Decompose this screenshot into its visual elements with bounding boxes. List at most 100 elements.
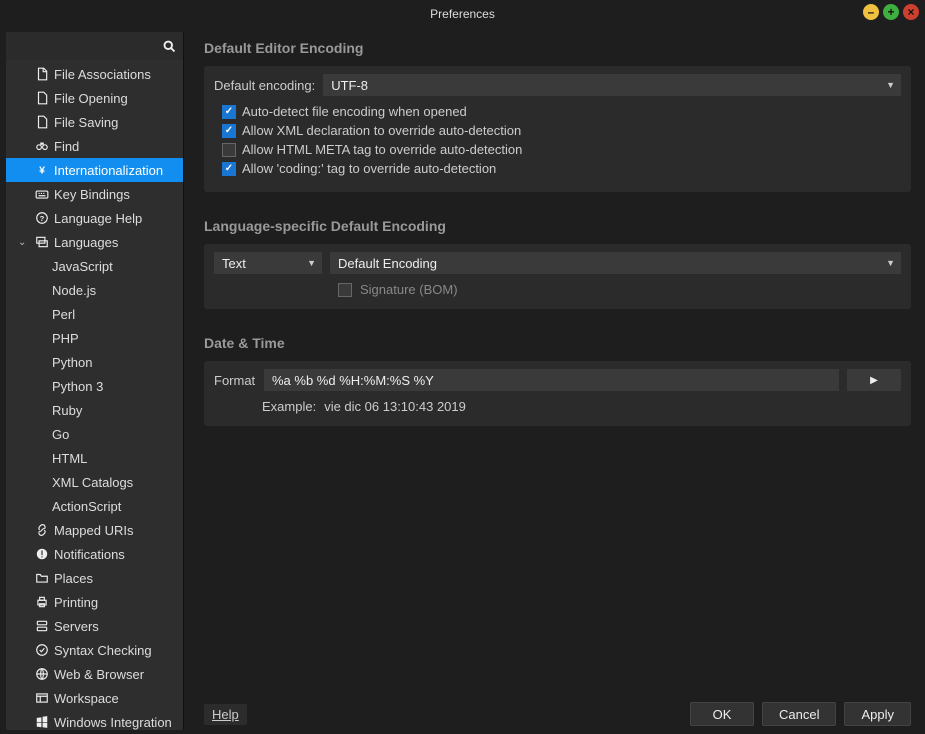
sidebar-item-javascript[interactable]: JavaScript (6, 254, 183, 278)
maximize-button[interactable]: + (883, 4, 899, 20)
format-value: %a %b %d %H:%M:%S %Y (272, 373, 434, 388)
sidebar-item-python[interactable]: Python (6, 350, 183, 374)
sidebar-search[interactable] (6, 32, 183, 60)
sidebar-item-label: PHP (52, 331, 79, 346)
sidebar-item-xml-catalogs[interactable]: XML Catalogs (6, 470, 183, 494)
language-encoding-value: Default Encoding (338, 256, 437, 271)
chevron-down-icon: ▼ (886, 258, 895, 268)
sidebar-item-label: Web & Browser (54, 667, 144, 682)
sidebar-item-label: Perl (52, 307, 75, 322)
sidebar-item-go[interactable]: Go (6, 422, 183, 446)
format-label: Format (214, 373, 256, 388)
sidebar-item-key-bindings[interactable]: Key Bindings (6, 182, 183, 206)
sidebar-item-places[interactable]: Places (6, 566, 183, 590)
sidebar-item-actionscript[interactable]: ActionScript (6, 494, 183, 518)
checkbox-bom[interactable] (338, 283, 352, 297)
sidebar-item-file-associations[interactable]: File Associations (6, 62, 183, 86)
play-icon: ▶ (870, 375, 878, 386)
binoculars-icon (34, 138, 50, 154)
sidebar-item-label: JavaScript (52, 259, 113, 274)
sidebar-item-label: Servers (54, 619, 99, 634)
sidebar-item-label: Mapped URIs (54, 523, 133, 538)
language-encoding-select[interactable]: Default Encoding ▼ (330, 252, 901, 274)
panel-lang-encoding: Text ▼ Default Encoding ▼ Signature (BOM… (204, 244, 911, 309)
sidebar-item-python-3[interactable]: Python 3 (6, 374, 183, 398)
format-preview-button[interactable]: ▶ (847, 369, 901, 391)
sidebar-item-label: Syntax Checking (54, 643, 152, 658)
label-coding-override: Allow 'coding:' tag to override auto-det… (242, 161, 496, 176)
sidebar-item-node-js[interactable]: Node.js (6, 278, 183, 302)
server-icon (34, 618, 50, 634)
apply-button[interactable]: Apply (844, 702, 911, 726)
preferences-tree[interactable]: File Associations File Opening File Saving… (6, 60, 183, 730)
sidebar-item-label: Key Bindings (54, 187, 130, 202)
sidebar-item-find[interactable]: Find (6, 134, 183, 158)
sidebar-item-languages[interactable]: ⌄ Languages (6, 230, 183, 254)
sidebar-item-printing[interactable]: Printing (6, 590, 183, 614)
help-link[interactable]: Help (204, 704, 247, 725)
sidebar-item-web-browser[interactable]: Web & Browser (6, 662, 183, 686)
sidebar-item-php[interactable]: PHP (6, 326, 183, 350)
sidebar-item-label: File Saving (54, 115, 118, 130)
file-icon (34, 90, 50, 106)
sidebar-item-label: Python 3 (52, 379, 103, 394)
check-icon (34, 642, 50, 658)
cancel-button[interactable]: Cancel (762, 702, 836, 726)
sidebar-item-language-help[interactable]: ?Language Help (6, 206, 183, 230)
yen-icon: ¥ (34, 162, 50, 178)
checkbox-autodetect[interactable] (222, 105, 236, 119)
link-icon (34, 522, 50, 538)
sidebar-item-servers[interactable]: Servers (6, 614, 183, 638)
sidebar-item-label: HTML (52, 451, 87, 466)
sidebar-item-label: Ruby (52, 403, 82, 418)
chevron-down-icon: ▼ (886, 80, 895, 90)
checkbox-html-override[interactable] (222, 143, 236, 157)
sidebar-item-label: Go (52, 427, 69, 442)
alert-icon (34, 546, 50, 562)
search-icon (162, 39, 177, 54)
sidebar-item-internationalization[interactable]: ¥ Internationalization (6, 158, 183, 182)
sidebar-item-ruby[interactable]: Ruby (6, 398, 183, 422)
label-xml-override: Allow XML declaration to override auto-d… (242, 123, 521, 138)
svg-text:¥: ¥ (39, 165, 45, 177)
svg-text:?: ? (40, 214, 45, 223)
checkbox-coding-override[interactable] (222, 162, 236, 176)
checkbox-xml-override[interactable] (222, 124, 236, 138)
sidebar-item-workspace[interactable]: Workspace (6, 686, 183, 710)
sidebar-item-label: XML Catalogs (52, 475, 133, 490)
default-encoding-combo[interactable]: UTF-8 ▼ (323, 74, 901, 96)
sidebar-item-label: Python (52, 355, 92, 370)
sidebar-item-perl[interactable]: Perl (6, 302, 183, 326)
sidebar-item-label: ActionScript (52, 499, 121, 514)
sidebar-item-label: File Associations (54, 67, 151, 82)
label-autodetect: Auto-detect file encoding when opened (242, 104, 467, 119)
sidebar-item-html[interactable]: HTML (6, 446, 183, 470)
sidebar-item-label: Workspace (54, 691, 119, 706)
file-icon (34, 114, 50, 130)
default-encoding-label: Default encoding: (214, 78, 315, 93)
title-bar: Preferences – + × (0, 0, 925, 28)
label-html-override: Allow HTML META tag to override auto-det… (242, 142, 522, 157)
expand-toggle-icon[interactable]: ⌄ (18, 237, 30, 248)
sidebar-item-mapped-uris[interactable]: Mapped URIs (6, 518, 183, 542)
sidebar-item-file-saving[interactable]: File Saving (6, 110, 183, 134)
sidebar-item-label: Windows Integration (54, 715, 172, 730)
sidebar-item-notifications[interactable]: Notifications (6, 542, 183, 566)
globe-icon (34, 666, 50, 682)
dialog-footer: Help OK Cancel Apply (204, 694, 911, 726)
chevron-down-icon: ▼ (307, 258, 316, 268)
ok-button[interactable]: OK (690, 702, 754, 726)
printer-icon (34, 594, 50, 610)
help-icon: ? (34, 210, 50, 226)
sidebar-item-label: Languages (54, 235, 118, 250)
language-select-value: Text (222, 256, 246, 271)
minimize-button[interactable]: – (863, 4, 879, 20)
sidebar-item-label: Internationalization (54, 163, 163, 178)
sidebar-item-file-opening[interactable]: File Opening (6, 86, 183, 110)
langs-icon (34, 234, 50, 250)
close-button[interactable]: × (903, 4, 919, 20)
language-select[interactable]: Text ▼ (214, 252, 322, 274)
sidebar-item-windows-integration[interactable]: Windows Integration (6, 710, 183, 730)
sidebar-item-syntax-checking[interactable]: Syntax Checking (6, 638, 183, 662)
format-input[interactable]: %a %b %d %H:%M:%S %Y (264, 369, 839, 391)
